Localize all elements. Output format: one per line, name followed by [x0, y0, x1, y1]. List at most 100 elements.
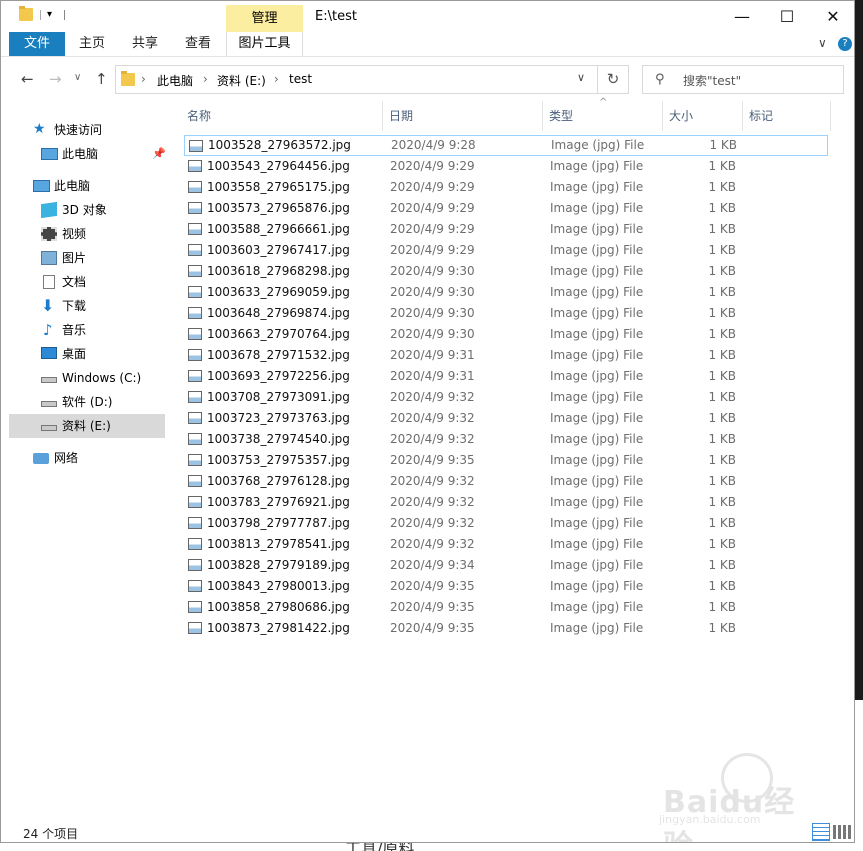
file-name: 1003558_27965175.jpg: [207, 180, 350, 194]
quick-access-dropdown-icon[interactable]: ▾: [47, 9, 52, 20]
drive-icon: [41, 377, 57, 383]
image-file-icon: [188, 454, 202, 466]
table-row[interactable]: 1003798_27977787.jpg 2020/4/9 9:32 Image (…: [184, 513, 828, 534]
baidu-watermark: Baidu经验 jingyan.baidu.com: [651, 749, 811, 842]
file-date: 2020/4/9 9:32: [390, 474, 475, 488]
file-type: Image (jpg) File: [550, 201, 644, 215]
recent-dropdown-icon[interactable]: ∨: [74, 72, 81, 83]
file-date: 2020/4/9 9:30: [390, 264, 475, 278]
tab-home[interactable]: 主页: [79, 32, 105, 56]
table-row[interactable]: 1003723_27973763.jpg 2020/4/9 9:32 Image (…: [184, 408, 828, 429]
file-size: 1 KB: [708, 495, 736, 509]
tab-share[interactable]: 共享: [132, 32, 158, 56]
file-name: 1003858_27980686.jpg: [207, 600, 350, 614]
sidebar-item-desktop[interactable]: 桌面: [9, 342, 165, 366]
table-row[interactable]: 1003663_27970764.jpg 2020/4/9 9:30 Image (…: [184, 324, 828, 345]
sidebar-item-network[interactable]: 网络: [9, 446, 165, 470]
table-row[interactable]: 1003648_27969874.jpg 2020/4/9 9:30 Image (…: [184, 303, 828, 324]
file-date: 2020/4/9 9:29: [390, 243, 475, 257]
up-icon[interactable]: ↑: [95, 70, 108, 88]
breadcrumb-drive-e[interactable]: 资料 (E:): [217, 72, 266, 89]
large-icons-view-button[interactable]: [833, 825, 851, 839]
image-file-icon: [188, 160, 202, 172]
table-row[interactable]: 1003618_27968298.jpg 2020/4/9 9:30 Image (…: [184, 261, 828, 282]
ribbon-tabs: 文件 主页 共享 查看 图片工具 ∨: [1, 32, 854, 57]
table-row[interactable]: 1003768_27976128.jpg 2020/4/9 9:32 Image (…: [184, 471, 828, 492]
sidebar-item-drive-d[interactable]: 软件 (D:): [9, 390, 165, 414]
file-size: 1 KB: [708, 201, 736, 215]
file-name: 1003828_27979189.jpg: [207, 558, 350, 572]
file-size: 1 KB: [708, 390, 736, 404]
column-header-name[interactable]: 名称: [167, 101, 383, 131]
breadcrumb-test[interactable]: test: [289, 72, 312, 86]
table-row[interactable]: 1003588_27966661.jpg 2020/4/9 9:29 Image (…: [184, 219, 828, 240]
search-input[interactable]: 搜索"test": [683, 72, 741, 89]
back-icon[interactable]: ←: [21, 70, 34, 88]
drive-icon: [41, 425, 57, 431]
forward-icon[interactable]: →: [49, 70, 62, 88]
sidebar-item-label: 下载: [62, 299, 87, 313]
table-row[interactable]: 1003783_27976921.jpg 2020/4/9 9:32 Image (…: [184, 492, 828, 513]
table-row[interactable]: 1003528_27963572.jpg 2020/4/9 9:28 Image (…: [184, 135, 828, 156]
sidebar-item-3d-objects[interactable]: 3D 对象: [9, 198, 165, 222]
table-row[interactable]: 1003873_27981422.jpg 2020/4/9 9:35 Image (…: [184, 618, 828, 639]
sidebar-item-label: 文档: [62, 275, 87, 289]
address-bar[interactable]: › 此电脑 › 资料 (E:) › test ∨: [115, 65, 598, 94]
table-row[interactable]: 1003633_27969059.jpg 2020/4/9 9:30 Image (…: [184, 282, 828, 303]
sidebar-item-drive-c[interactable]: Windows (C:): [9, 366, 165, 390]
table-row[interactable]: 1003558_27965175.jpg 2020/4/9 9:29 Image (…: [184, 177, 828, 198]
table-row[interactable]: 1003543_27964456.jpg 2020/4/9 9:29 Image (…: [184, 156, 828, 177]
table-row[interactable]: 1003573_27965876.jpg 2020/4/9 9:29 Image (…: [184, 198, 828, 219]
table-row[interactable]: 1003603_27967417.jpg 2020/4/9 9:29 Image (…: [184, 240, 828, 261]
search-box[interactable]: ⚲ 搜索"test": [642, 65, 844, 94]
tab-manage[interactable]: 管理: [226, 5, 303, 32]
sidebar-item-music[interactable]: ♪ 音乐: [9, 318, 165, 342]
table-row[interactable]: 1003738_27974540.jpg 2020/4/9 9:32 Image (…: [184, 429, 828, 450]
maximize-button[interactable]: ☐: [764, 1, 810, 32]
sidebar-item-pictures[interactable]: 图片: [9, 246, 165, 270]
file-name: 1003678_27971532.jpg: [207, 348, 350, 362]
close-button[interactable]: ✕: [810, 1, 854, 32]
column-header-tags[interactable]: 标记: [743, 101, 831, 131]
pin-icon[interactable]: 📌: [152, 142, 166, 166]
help-icon[interactable]: ?: [838, 37, 852, 51]
file-type: Image (jpg) File: [550, 222, 644, 236]
details-view-button[interactable]: [812, 823, 830, 841]
tab-view[interactable]: 查看: [185, 32, 211, 56]
file-size: 1 KB: [709, 138, 737, 152]
expand-ribbon-icon[interactable]: ∨: [818, 36, 827, 50]
sidebar-item-label: 网络: [54, 451, 79, 465]
sidebar-item-drive-e[interactable]: 资料 (E:): [9, 414, 165, 438]
table-row[interactable]: 1003693_27972256.jpg 2020/4/9 9:31 Image (…: [184, 366, 828, 387]
column-header-size[interactable]: 大小: [663, 101, 743, 131]
sidebar-item-this-pc[interactable]: 此电脑: [9, 174, 165, 198]
table-row[interactable]: 1003828_27979189.jpg 2020/4/9 9:34 Image (…: [184, 555, 828, 576]
file-type: Image (jpg) File: [550, 159, 644, 173]
tab-file[interactable]: 文件: [9, 32, 65, 56]
file-date: 2020/4/9 9:28: [391, 138, 476, 152]
file-type: Image (jpg) File: [550, 432, 644, 446]
sidebar-item-quick-access[interactable]: ★ 快速访问: [9, 118, 165, 142]
table-row[interactable]: 1003708_27973091.jpg 2020/4/9 9:32 Image (…: [184, 387, 828, 408]
file-size: 1 KB: [708, 180, 736, 194]
address-dropdown-icon[interactable]: ∨: [577, 71, 585, 84]
column-header-date[interactable]: 日期: [383, 101, 543, 131]
file-date: 2020/4/9 9:35: [390, 453, 475, 467]
sidebar-item-downloads[interactable]: ⬇ 下载: [9, 294, 165, 318]
file-date: 2020/4/9 9:35: [390, 579, 475, 593]
refresh-button[interactable]: ↻: [598, 65, 629, 94]
sidebar-item-this-pc-pinned[interactable]: 此电脑 📌: [9, 142, 166, 166]
file-list: 名称 日期 类型 大小 标记 ^ 1003528_27963572.jpg 202…: [181, 97, 841, 821]
table-row[interactable]: 1003858_27980686.jpg 2020/4/9 9:35 Image (…: [184, 597, 828, 618]
breadcrumb-this-pc[interactable]: 此电脑: [157, 72, 193, 89]
minimize-button[interactable]: —: [719, 1, 765, 32]
table-row[interactable]: 1003843_27980013.jpg 2020/4/9 9:35 Image (…: [184, 576, 828, 597]
sidebar-item-documents[interactable]: 文档: [9, 270, 165, 294]
sidebar-item-videos[interactable]: 视频: [9, 222, 165, 246]
title-bar: ▾ 管理 E:\test — ☐ ✕: [1, 1, 854, 32]
tab-picture-tools[interactable]: 图片工具: [226, 32, 303, 56]
sidebar-item-label: 桌面: [62, 347, 87, 361]
table-row[interactable]: 1003678_27971532.jpg 2020/4/9 9:31 Image (…: [184, 345, 828, 366]
table-row[interactable]: 1003753_27975357.jpg 2020/4/9 9:35 Image (…: [184, 450, 828, 471]
table-row[interactable]: 1003813_27978541.jpg 2020/4/9 9:32 Image (…: [184, 534, 828, 555]
